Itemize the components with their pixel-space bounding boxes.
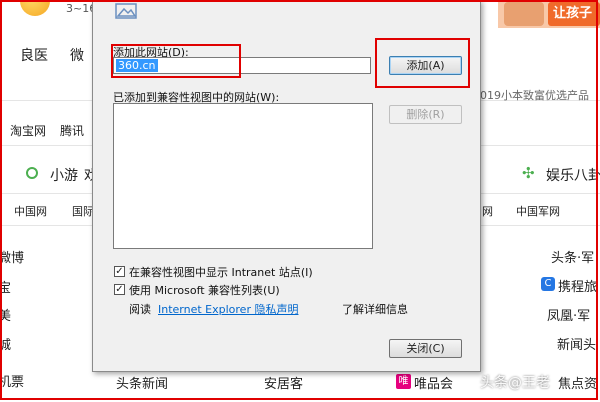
privacy-link[interactable]: Internet Explorer 隐私声明 bbox=[158, 301, 298, 317]
bottom-link-vip[interactable]: 唯品会 bbox=[414, 373, 453, 392]
games-icon bbox=[26, 167, 38, 179]
bottom-link-anjuke[interactable]: 安居客 bbox=[264, 373, 303, 392]
banner-figure-icon bbox=[504, 2, 544, 26]
left-link-bao[interactable]: 宝 bbox=[0, 277, 11, 296]
delete-button[interactable]: 删除(R) bbox=[389, 105, 462, 124]
read-suffix: 了解详细信息 bbox=[342, 303, 408, 316]
right-link-ifeng[interactable]: 凤凰·军 bbox=[547, 305, 590, 324]
compat-view-dialog: 添加此网站(D): 360.cn 添加(A) 已添加到兼容性视图中的网站(W):… bbox=[92, 0, 481, 372]
site-input[interactable]: 360.cn bbox=[113, 57, 371, 74]
dialog-header-icon bbox=[115, 3, 137, 19]
nav-item-liangyi[interactable]: 良医 bbox=[20, 45, 48, 65]
ctrip-icon: C bbox=[541, 277, 555, 291]
link-military[interactable]: 中国军网 bbox=[516, 203, 560, 219]
ms-list-checkbox[interactable]: ✓ bbox=[114, 284, 125, 295]
link-intl[interactable]: 国际 bbox=[72, 203, 94, 219]
right-link-news[interactable]: 新闻头 bbox=[557, 334, 596, 353]
close-button[interactable]: 关闭(C) bbox=[389, 339, 462, 358]
left-link-weibo[interactable]: 微博 bbox=[0, 247, 24, 266]
right-link-focus[interactable]: 焦点资 bbox=[558, 373, 597, 392]
intranet-checkbox-label: 在兼容性视图中显示 Intranet 站点(I) bbox=[129, 266, 313, 279]
vip-icon: 唯 bbox=[396, 374, 411, 389]
tab-tencent[interactable]: 腾讯 bbox=[60, 122, 84, 139]
right-link-ctrip[interactable]: 携程旅 bbox=[558, 276, 597, 295]
games-label[interactable]: 小游 bbox=[50, 165, 78, 185]
star-icon: ✣ bbox=[522, 164, 535, 182]
nav-item-wei[interactable]: 微 bbox=[70, 45, 84, 65]
link-net[interactable]: 网 bbox=[482, 203, 493, 219]
tab-taobao[interactable]: 淘宝网 bbox=[10, 122, 46, 139]
site-list[interactable] bbox=[113, 103, 373, 249]
logo-sun-icon bbox=[20, 0, 50, 16]
promo-text[interactable]: 019小本致富优选产品 bbox=[480, 87, 589, 103]
banner-cta[interactable]: 让孩子 bbox=[548, 2, 600, 26]
link-china-net[interactable]: 中国网 bbox=[14, 203, 47, 219]
right-link-headline-mil[interactable]: 头条·军 bbox=[551, 247, 594, 266]
intranet-checkbox[interactable]: ✓ bbox=[114, 266, 125, 277]
ms-list-checkbox-label: 使用 Microsoft 兼容性列表(U) bbox=[129, 284, 280, 297]
bottom-link-toutiao[interactable]: 头条新闻 bbox=[116, 373, 168, 392]
read-prefix: 阅读 bbox=[129, 303, 151, 316]
top-banner-ad[interactable]: 让孩子 bbox=[498, 0, 600, 28]
watermark-text: 头条@王老 bbox=[480, 375, 550, 391]
left-link-cheng[interactable]: 城 bbox=[0, 334, 11, 353]
left-link-mei[interactable]: 美 bbox=[0, 305, 11, 324]
add-button[interactable]: 添加(A) bbox=[389, 56, 462, 75]
entertainment-label[interactable]: 娱乐八卦 bbox=[546, 165, 600, 185]
left-link-tickets[interactable]: 机票 bbox=[0, 371, 24, 390]
site-input-value: 360.cn bbox=[116, 59, 158, 72]
